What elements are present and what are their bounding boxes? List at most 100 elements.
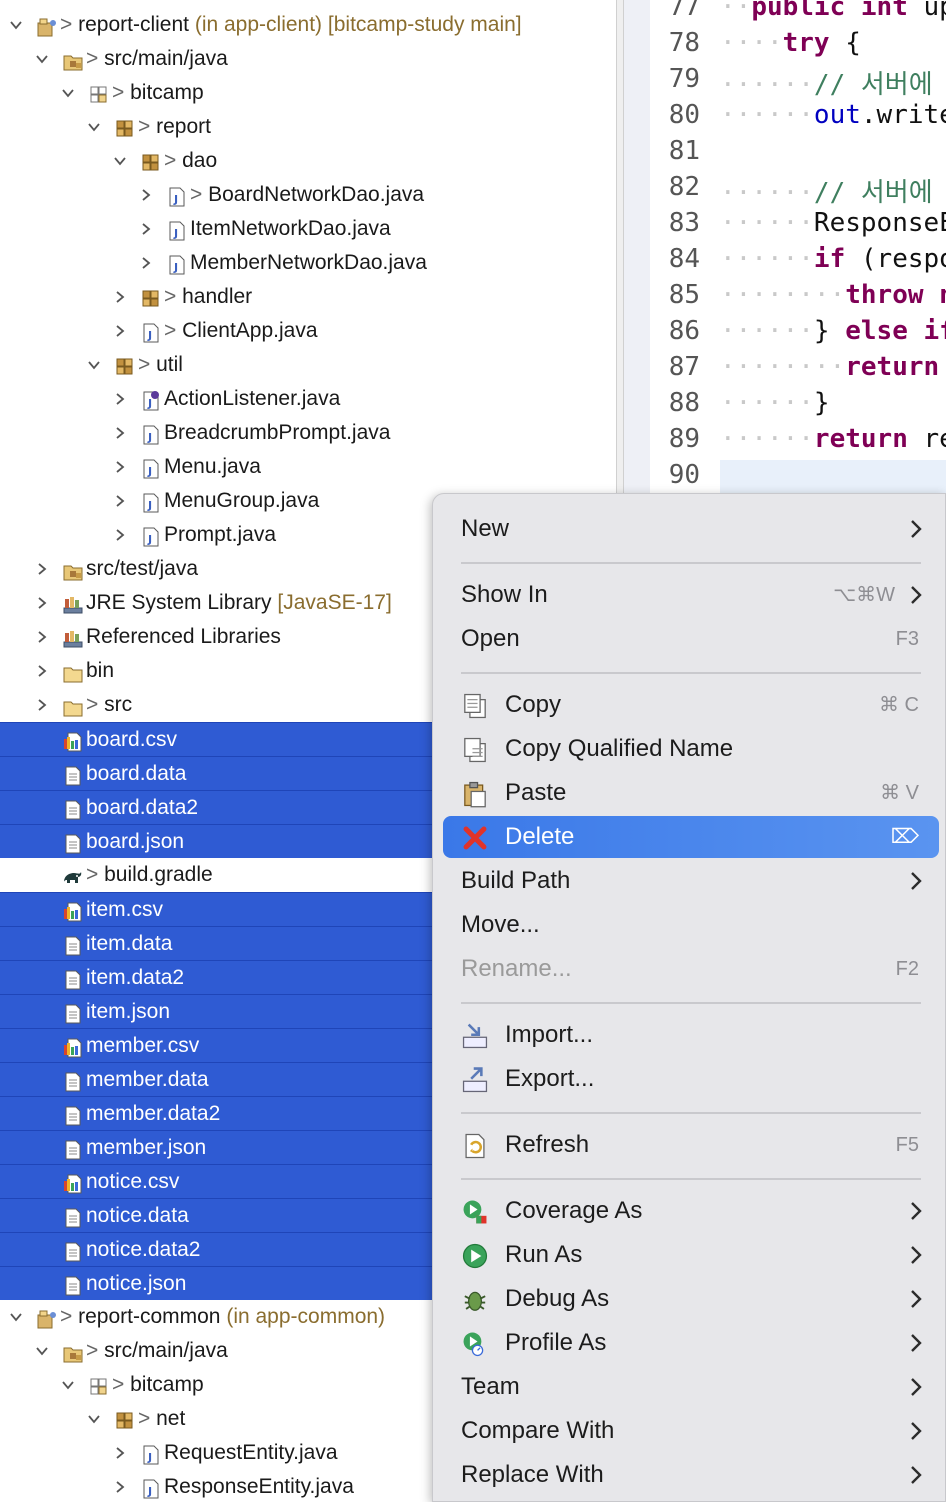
menu-item-team[interactable]: Team [443,1366,939,1408]
chevron-right-icon[interactable] [136,212,156,248]
chevron-down-icon[interactable] [84,110,104,146]
tree-item[interactable]: J > BoardNetworkDao.java [0,178,616,212]
tree-item[interactable]: board.data [0,756,432,790]
tree-item[interactable]: > src/main/java [0,42,616,76]
code-token: up [923,0,946,22]
menu-item-copy-qualified-name[interactable]: Copy Qualified Name [443,728,939,770]
tree-item-label: > report-client (in app-client) [bitcamp… [60,8,522,42]
chevron-right-icon[interactable] [110,1470,130,1502]
chevron-right-icon[interactable] [32,586,52,622]
tree-item[interactable]: item.data [0,926,432,960]
chevron-down-icon[interactable] [32,42,52,78]
menu-item-export[interactable]: Export... [443,1058,939,1100]
code-line[interactable]: ······return re [720,424,946,454]
tree-item[interactable]: J MemberNetworkDao.java [0,246,616,280]
code-line[interactable]: ······} else if [720,316,946,346]
tree-item[interactable]: notice.data [0,1198,432,1232]
tree-item[interactable]: board.data2 [0,790,432,824]
menu-item-open[interactable]: Open F3 [443,618,939,660]
tree-item[interactable]: > util [0,348,616,382]
chevron-down-icon[interactable] [110,144,130,180]
tree-item[interactable]: item.csv [0,892,432,926]
chevron-down-icon[interactable] [84,1402,104,1438]
code-line[interactable]: ······out.write [720,100,946,130]
tree-item[interactable]: > report-client (in app-client) [bitcamp… [0,8,616,42]
library-icon [62,627,84,649]
code-line[interactable]: ······// 서버에 [720,64,933,101]
tree-item[interactable]: member.json [0,1130,432,1164]
tree-item[interactable]: notice.data2 [0,1232,432,1266]
menu-item-copy[interactable]: Copy ⌘ C [443,684,939,726]
menu-item-delete[interactable]: Delete ⌦ [443,816,939,858]
tree-item[interactable]: J BreadcrumbPrompt.java [0,416,616,450]
menu-item-import[interactable]: Import... [443,1014,939,1056]
code-line[interactable]: ····try { [720,28,861,58]
tree-item[interactable]: > report [0,110,616,144]
menu-item-compare-with[interactable]: Compare With [443,1410,939,1452]
menu-item-move[interactable]: Move... [443,904,939,946]
tree-item[interactable]: J ItemNetworkDao.java [0,212,616,246]
chevron-right-icon[interactable] [110,1436,130,1472]
tree-item[interactable]: > bitcamp [0,76,616,110]
code-line[interactable]: ······} [720,388,830,418]
chevron-right-icon[interactable] [110,484,130,520]
chevron-right-icon[interactable] [136,178,156,214]
submenu-chevron-icon [909,1454,923,1497]
menu-item-new[interactable]: New [443,508,939,550]
tree-item[interactable]: member.data2 [0,1096,432,1130]
tree-item-label: notice.data2 [86,1233,200,1267]
tree-item[interactable]: J Menu.java [0,450,616,484]
menu-item-run-as[interactable]: Run As [443,1234,939,1276]
menu-item-show-in[interactable]: Show In ⌥⌘W [443,574,939,616]
menu-item-build-path[interactable]: Build Path [443,860,939,902]
code-line[interactable]: ······// 서버에 [720,172,933,209]
code-line[interactable]: ······if (respo [720,244,946,274]
tree-item[interactable]: > handler [0,280,616,314]
code-line[interactable]: ··public int up [720,0,946,22]
menu-item-refresh[interactable]: Refresh F5 [443,1124,939,1166]
menu-item-coverage-as[interactable]: Coverage As [443,1190,939,1232]
menu-item-replace-with[interactable]: Replace With [443,1454,939,1496]
tree-item[interactable]: item.data2 [0,960,432,994]
chevron-right-icon[interactable] [136,246,156,282]
chevron-down-icon[interactable] [58,1368,78,1404]
tree-item[interactable]: item.json [0,994,432,1028]
chevron-down-icon[interactable] [32,1334,52,1370]
tree-item[interactable]: member.data [0,1062,432,1096]
code-token: (respo [845,244,946,274]
menu-item-paste[interactable]: Paste ⌘ V [443,772,939,814]
code-line[interactable]: ········throw n [720,280,946,310]
chevron-right-icon[interactable] [110,518,130,554]
tree-item-name: item.data [86,932,173,955]
outgoing-change-marker: > [164,149,183,172]
chevron-right-icon[interactable] [110,450,130,486]
menu-item-profile-as[interactable]: Profile As [443,1322,939,1364]
chevron-down-icon[interactable] [84,348,104,384]
code-line[interactable]: ······ResponseE [720,208,946,238]
tree-item[interactable]: notice.csv [0,1164,432,1198]
chevron-right-icon[interactable] [32,620,52,656]
tree-item[interactable]: J > ClientApp.java [0,314,616,348]
chevron-right-icon[interactable] [32,654,52,690]
tree-item-label: notice.data [86,1199,189,1233]
tree-item[interactable]: board.json [0,824,432,858]
tree-item[interactable]: board.csv [0,722,432,756]
tree-item[interactable]: notice.json [0,1266,432,1300]
chevron-right-icon[interactable] [110,382,130,418]
tree-item[interactable]: > dao [0,144,616,178]
outgoing-change-marker: > [164,319,183,342]
chevron-down-icon[interactable] [6,1300,26,1336]
chevron-right-icon[interactable] [32,688,52,724]
menu-item-debug-as[interactable]: Debug As [443,1278,939,1320]
chevron-down-icon[interactable] [58,76,78,112]
chevron-right-icon[interactable] [110,416,130,452]
tree-item[interactable]: J ActionListener.java [0,382,616,416]
chevron-right-icon[interactable] [110,314,130,350]
tree-item[interactable]: member.csv [0,1028,432,1062]
chevron-right-icon[interactable] [110,280,130,316]
code-token: out [813,100,861,130]
text-file-icon [62,1002,84,1024]
chevron-down-icon[interactable] [6,8,26,44]
code-line[interactable]: ········return [720,352,939,382]
chevron-right-icon[interactable] [32,552,52,588]
